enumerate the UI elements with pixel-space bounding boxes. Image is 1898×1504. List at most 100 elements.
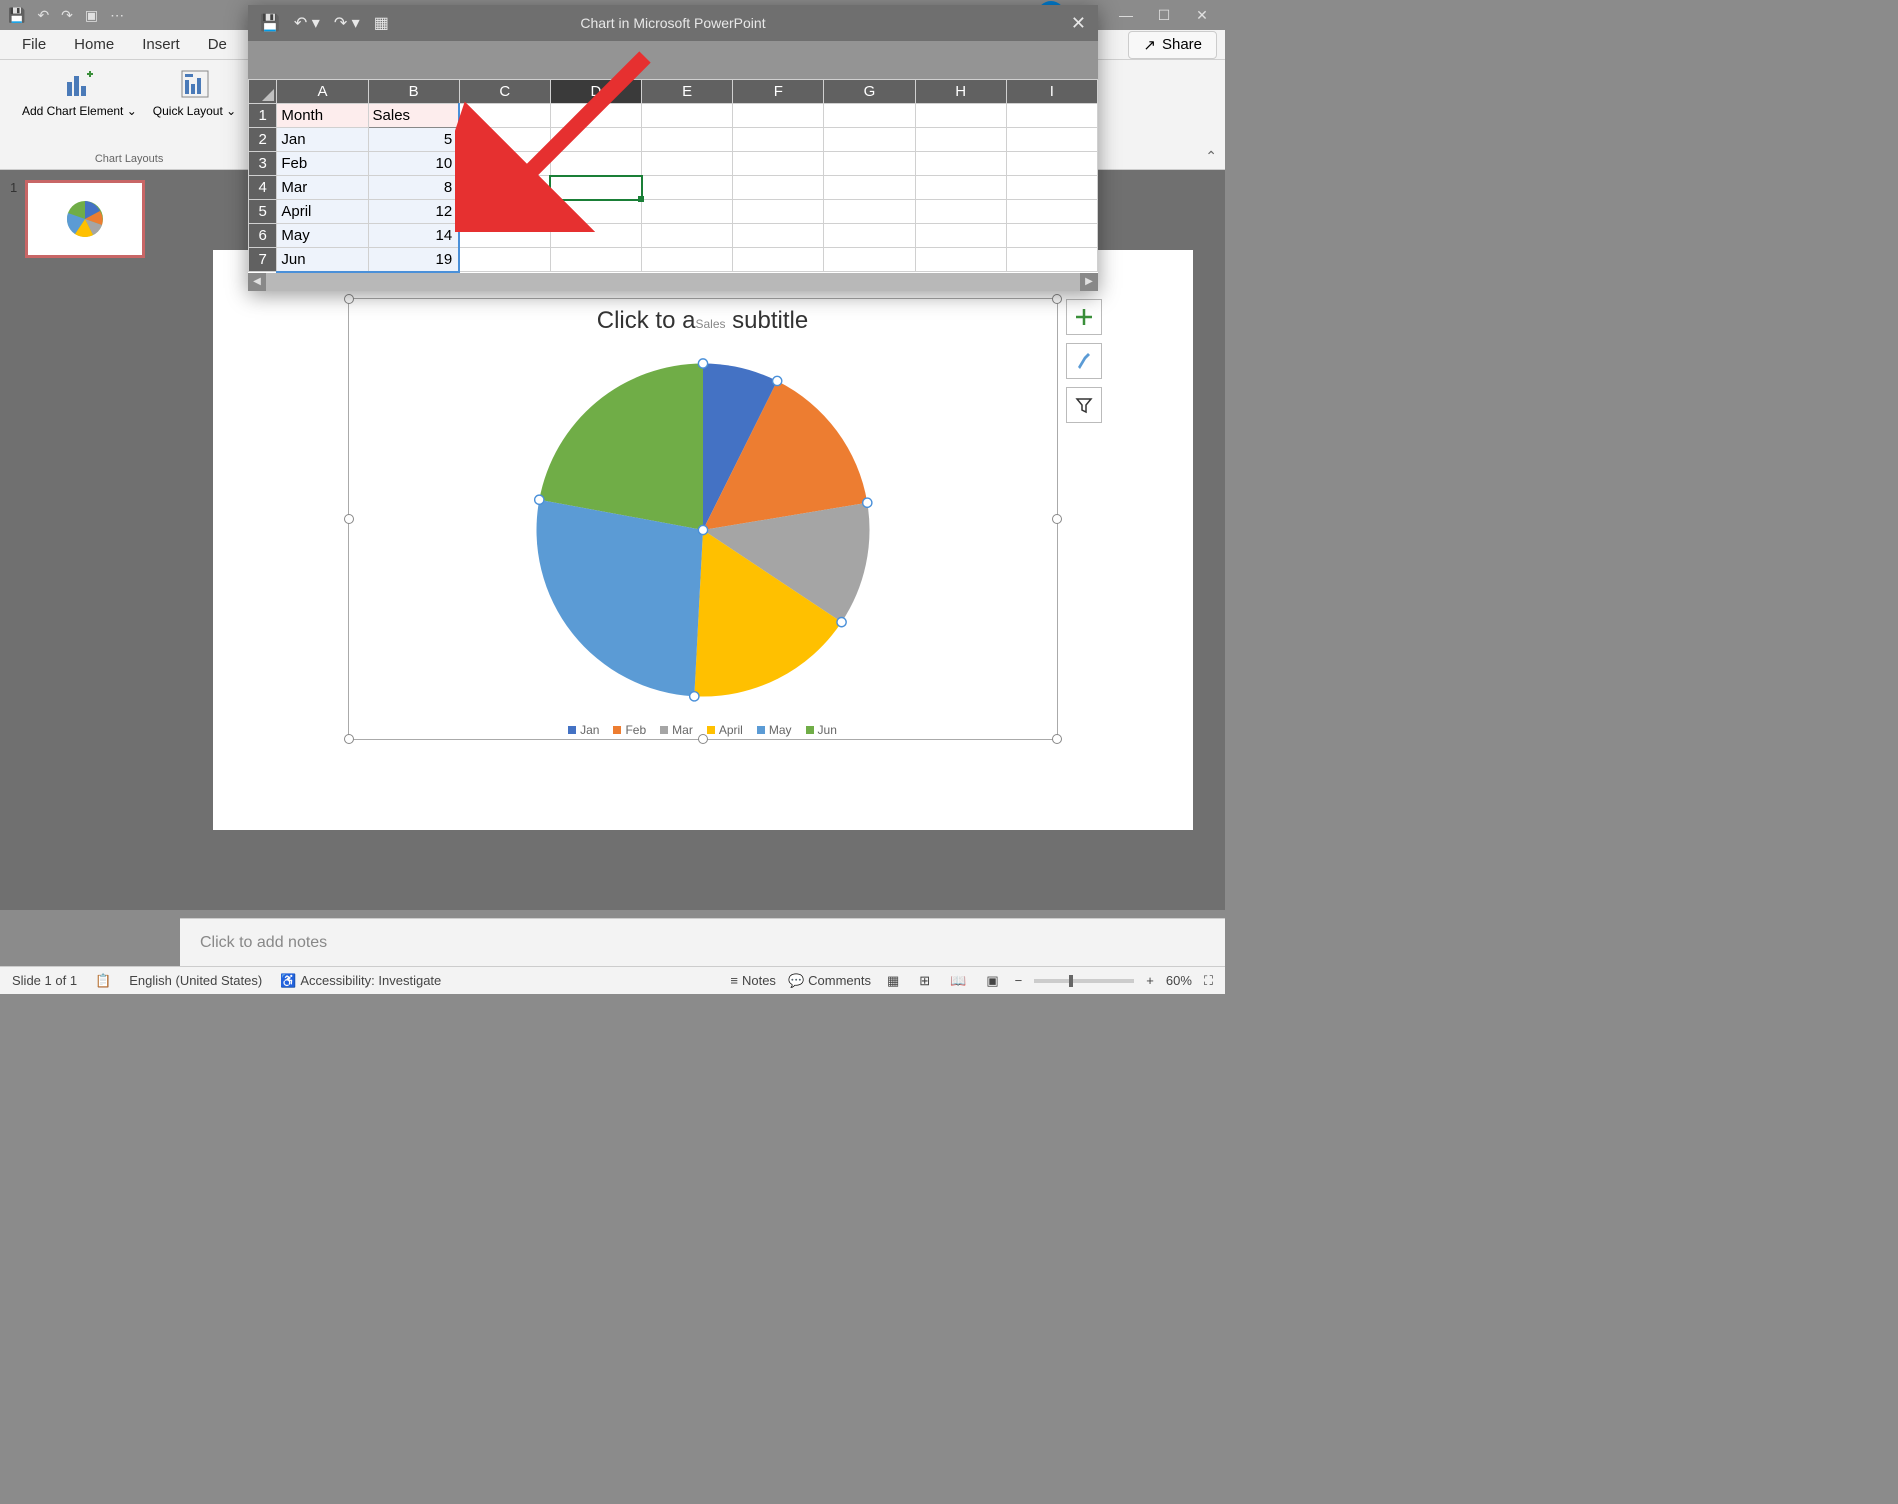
cell[interactable] (459, 128, 550, 152)
language-indicator[interactable]: English (United States) (129, 973, 262, 988)
cell[interactable] (824, 200, 915, 224)
cell[interactable] (824, 152, 915, 176)
cell[interactable] (642, 128, 733, 152)
row-header-1[interactable]: 1 (249, 104, 277, 128)
normal-view-icon[interactable]: ▦ (883, 971, 903, 991)
cell[interactable] (642, 248, 733, 272)
cell[interactable] (733, 128, 824, 152)
share-button[interactable]: ↗ Share (1128, 31, 1217, 59)
tab-file[interactable]: File (8, 32, 60, 57)
cell[interactable] (915, 104, 1006, 128)
collapse-ribbon-icon[interactable]: ⌃ (1205, 148, 1217, 165)
notes-button[interactable]: ≡ Notes (730, 973, 776, 988)
cell-b7[interactable]: 19 (368, 248, 459, 272)
col-header-h[interactable]: H (915, 80, 1006, 104)
col-header-e[interactable]: E (642, 80, 733, 104)
cell-a2[interactable]: Jan (277, 128, 368, 152)
notes-divider[interactable] (180, 910, 1225, 918)
col-header-i[interactable]: I (1006, 80, 1097, 104)
cell[interactable] (1006, 176, 1097, 200)
zoom-out-button[interactable]: − (1015, 973, 1023, 988)
fit-to-window-icon[interactable]: ⛶ (1204, 973, 1213, 989)
cell[interactable] (733, 248, 824, 272)
cell-b3[interactable]: 10 (368, 152, 459, 176)
zoom-slider[interactable] (1034, 979, 1134, 983)
spellcheck-icon[interactable]: 📋 (95, 973, 111, 989)
col-header-a[interactable]: A (277, 80, 368, 104)
col-header-d[interactable]: D (550, 80, 641, 104)
cell[interactable] (550, 128, 641, 152)
row-header-5[interactable]: 5 (249, 200, 277, 224)
cell[interactable] (642, 224, 733, 248)
cell[interactable] (550, 224, 641, 248)
cell-a1[interactable]: Month (277, 104, 368, 128)
horizontal-scrollbar[interactable]: ◀ ▶ (248, 273, 1098, 291)
cell[interactable] (550, 200, 641, 224)
cell[interactable] (459, 200, 550, 224)
accessibility-button[interactable]: ♿ Accessibility: Investigate (280, 973, 441, 989)
cell[interactable] (459, 224, 550, 248)
cell-a3[interactable]: Feb (277, 152, 368, 176)
col-header-f[interactable]: F (733, 80, 824, 104)
cell[interactable] (1006, 104, 1097, 128)
resize-handle-l[interactable] (344, 514, 354, 524)
undo-icon[interactable]: ↶ ▾ (294, 13, 320, 33)
cell[interactable] (915, 248, 1006, 272)
cell[interactable] (733, 176, 824, 200)
more-icon[interactable]: ⋯ (110, 7, 124, 24)
cell[interactable] (550, 152, 641, 176)
slide-counter[interactable]: Slide 1 of 1 (12, 973, 77, 988)
minimize-button[interactable]: — (1111, 5, 1141, 25)
cell-a7[interactable]: Jun (277, 248, 368, 272)
slideshow-view-icon[interactable]: ▣ (982, 971, 1002, 991)
col-header-c[interactable]: C (459, 80, 550, 104)
row-header-4[interactable]: 4 (249, 176, 277, 200)
chart-filters-button[interactable] (1066, 387, 1102, 423)
redo-icon[interactable]: ↷ (61, 7, 73, 24)
resize-handle-bl[interactable] (344, 734, 354, 744)
cell[interactable] (824, 224, 915, 248)
cell[interactable] (550, 104, 641, 128)
redo-icon[interactable]: ↷ ▾ (334, 13, 360, 33)
slide-thumbnail-1[interactable]: 1 (10, 180, 170, 258)
cell[interactable] (550, 248, 641, 272)
zoom-in-button[interactable]: + (1146, 973, 1154, 988)
cell-b1[interactable]: Sales (368, 104, 459, 128)
scroll-right-button[interactable]: ▶ (1080, 273, 1098, 291)
cell[interactable] (459, 248, 550, 272)
subtitle-placeholder[interactable]: Click to aSales subtitle (349, 307, 1057, 335)
add-chart-element-button[interactable]: Add Chart Element ⌄ (18, 64, 141, 151)
pie-chart[interactable] (349, 345, 1057, 715)
cell[interactable] (733, 152, 824, 176)
cell[interactable] (459, 152, 550, 176)
chart-window-close-button[interactable]: ✕ (1071, 13, 1086, 34)
cell-a4[interactable]: Mar (277, 176, 368, 200)
cell-b6[interactable]: 14 (368, 224, 459, 248)
resize-handle-r[interactable] (1052, 514, 1062, 524)
cell-d4-selected[interactable] (550, 176, 641, 200)
slide-sorter-view-icon[interactable]: ⊞ (915, 971, 934, 991)
cell[interactable] (642, 104, 733, 128)
undo-icon[interactable]: ↶ (37, 7, 49, 24)
resize-handle-tr[interactable] (1052, 294, 1062, 304)
cell[interactable] (642, 176, 733, 200)
resize-handle-tl[interactable] (344, 294, 354, 304)
save-icon[interactable]: 💾 (260, 13, 280, 33)
cell[interactable] (915, 224, 1006, 248)
cell[interactable] (824, 104, 915, 128)
cell[interactable] (642, 152, 733, 176)
save-icon[interactable]: 💾 (8, 7, 25, 24)
chart-elements-button[interactable] (1066, 299, 1102, 335)
slideshow-icon[interactable]: ▣ (85, 7, 98, 24)
cell-b5[interactable]: 12 (368, 200, 459, 224)
spreadsheet[interactable]: A B C D E F G H I 1 Month Sales 2 Jan 5 (248, 79, 1098, 291)
cell[interactable] (915, 152, 1006, 176)
resize-handle-b[interactable] (698, 734, 708, 744)
cell[interactable] (824, 128, 915, 152)
cell-b2[interactable]: 5 (368, 128, 459, 152)
zoom-level[interactable]: 60% (1166, 973, 1192, 988)
col-header-g[interactable]: G (824, 80, 915, 104)
scroll-left-button[interactable]: ◀ (248, 273, 266, 291)
cell[interactable] (915, 176, 1006, 200)
tab-home[interactable]: Home (60, 32, 128, 57)
